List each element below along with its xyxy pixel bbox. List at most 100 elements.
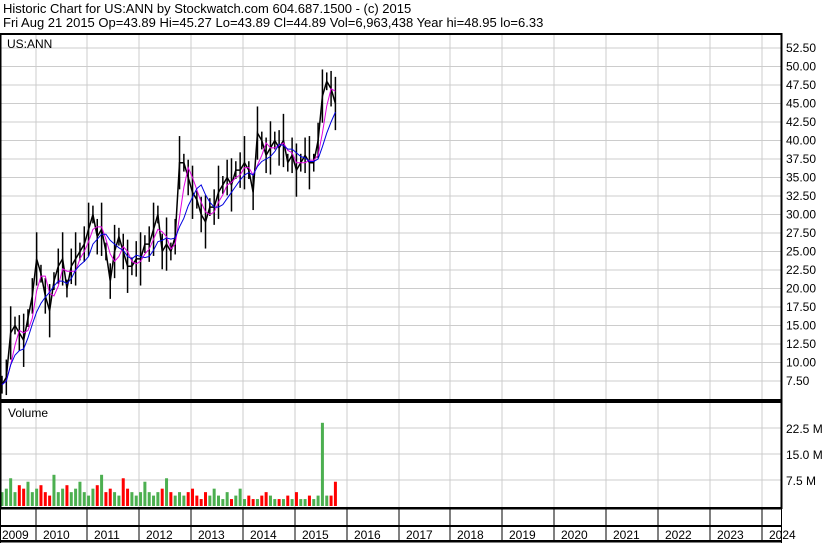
volume-bar (273, 499, 277, 506)
volume-bar (43, 492, 47, 506)
volume-bar (117, 495, 121, 506)
volume-bar (277, 499, 281, 506)
volume-bar (303, 499, 307, 506)
volume-bar (281, 499, 285, 506)
volume-bar (35, 488, 39, 506)
moving-average-short (1, 87, 336, 386)
volume-bar (320, 422, 324, 506)
volume-bar (4, 488, 8, 506)
volume-bar (329, 495, 333, 506)
volume-bar (294, 492, 298, 506)
volume-bar (30, 492, 34, 506)
year-label: 2015 (302, 528, 329, 542)
volume-bar (251, 499, 255, 506)
volume-bar (160, 488, 164, 506)
volume-bar (169, 492, 173, 506)
volume-bar (87, 495, 91, 506)
volume-bar (130, 492, 134, 506)
volume-bar (307, 495, 311, 506)
price-tick-label: 25.00 (786, 245, 816, 259)
volume-tick-label: 15.0 M (786, 448, 823, 462)
volume-bar (225, 492, 229, 506)
price-tick-label: 22.50 (786, 263, 816, 277)
price-panel-border (0, 33, 783, 401)
symbol-label: US:ANN (7, 37, 52, 51)
volume-bar (238, 488, 242, 506)
volume-bar (52, 474, 56, 506)
volume-bar (186, 492, 190, 506)
volume-bar (156, 492, 160, 506)
axis-labels: 52.50 50.00 47.50 45.00 42.50 40.00 37.50 35.00… (2, 37, 823, 542)
volume-bar (143, 481, 147, 506)
volume-panel-border (0, 401, 783, 509)
volume-bar (26, 481, 30, 506)
year-label: 2016 (354, 528, 381, 542)
volume-bar (152, 495, 156, 506)
volume-bar (78, 481, 82, 506)
price-tick-label: 20.00 (786, 282, 816, 296)
volume-bar (212, 488, 216, 506)
volume-bar (316, 495, 320, 506)
volume-bar (260, 495, 264, 506)
volume-tick-label: 7.5 M (786, 474, 816, 488)
volume-bar (221, 499, 225, 506)
year-label: 2009 (2, 528, 29, 542)
volume-bar (74, 488, 78, 506)
volume-bar (121, 478, 125, 506)
price-tick-label: 47.50 (786, 78, 816, 92)
price-tick-label: 52.50 (786, 41, 816, 55)
volume-bar (13, 492, 17, 506)
volume-bar (39, 485, 43, 506)
volume-bar (217, 495, 220, 506)
price-series (1, 69, 337, 396)
year-label: 2022 (665, 528, 692, 542)
volume-bar (139, 492, 143, 506)
volume-bar (178, 492, 182, 506)
volume-bar (100, 474, 104, 506)
year-label: 2024 (769, 528, 796, 542)
volume-bar (268, 495, 272, 506)
price-tick-label: 10.00 (786, 356, 816, 370)
grid (0, 34, 781, 508)
volume-bar (134, 495, 138, 506)
volume-bar (108, 488, 112, 506)
chart-window: Historic Chart for US:ANN by Stockwatch.… (0, 0, 830, 543)
volume-bar (9, 478, 13, 506)
volume-bar (95, 485, 99, 506)
price-tick-label: 12.50 (786, 337, 816, 351)
price-tick-label: 7.50 (786, 374, 810, 388)
year-label: 2018 (457, 528, 484, 542)
volume-tick-label: 22.5 M (786, 422, 823, 436)
volume-bar (333, 481, 337, 506)
volume-bar (126, 488, 130, 506)
price-tick-label: 45.00 (786, 97, 816, 111)
volume-bar (173, 495, 177, 506)
volume-bars (0, 422, 337, 506)
volume-bar (255, 499, 259, 506)
year-label: 2023 (717, 528, 744, 542)
volume-bar (208, 495, 212, 506)
volume-bar (290, 499, 294, 506)
volume-bar (229, 499, 233, 506)
volume-bar (48, 495, 52, 506)
volume-bar (247, 495, 251, 506)
volume-label: Volume (8, 406, 48, 420)
volume-bar (299, 499, 303, 506)
price-tick-label: 17.50 (786, 300, 816, 314)
volume-bar (56, 492, 60, 506)
volume-bar (22, 488, 26, 506)
price-tick-label: 50.00 (786, 60, 816, 74)
volume-bar (195, 495, 199, 506)
volume-bar (182, 495, 186, 506)
volume-bar (199, 499, 203, 506)
volume-bar (165, 478, 169, 506)
volume-bar (147, 492, 151, 506)
year-label: 2013 (198, 528, 225, 542)
volume-bar (65, 485, 69, 506)
volume-bar (264, 492, 268, 506)
year-label: 2020 (561, 528, 588, 542)
volume-bar (191, 488, 195, 506)
volume-bar (325, 495, 329, 506)
volume-bar (82, 492, 86, 506)
year-label: 2014 (250, 528, 277, 542)
